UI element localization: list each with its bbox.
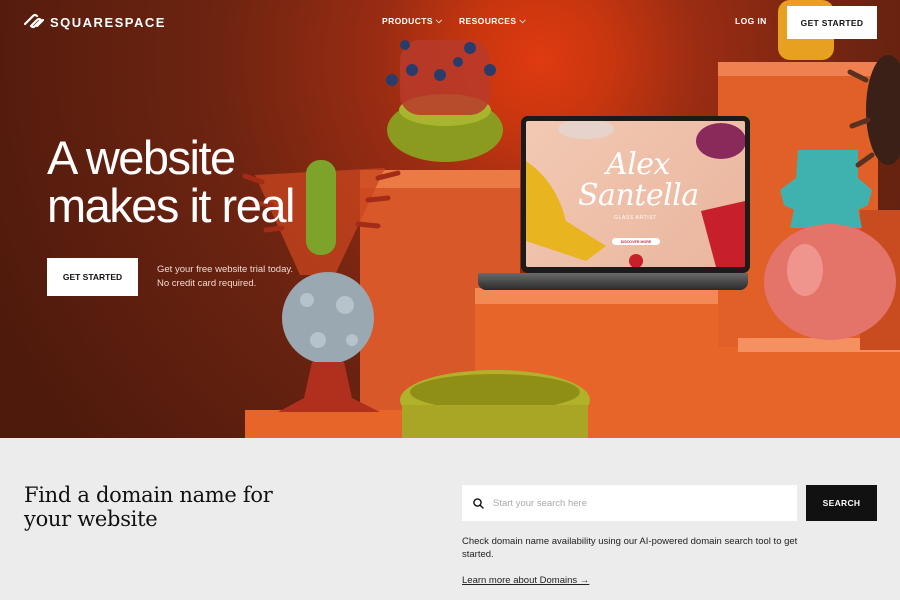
learn-more-domains-link[interactable]: Learn more about Domains → [462, 575, 589, 586]
logo[interactable]: SQUARESPACE [24, 13, 166, 31]
laptop-base [478, 273, 748, 290]
nav-resources-label: RESOURCES [459, 16, 517, 26]
vase [282, 272, 374, 364]
domain-search-button[interactable]: SEARCH [806, 485, 877, 521]
domain-search-box[interactable] [462, 485, 797, 521]
laptop-website-preview: Alex Santella GLASS ARTIST DISCOVER MORE [526, 121, 745, 267]
laptop-site-button: DISCOVER MORE [612, 238, 660, 245]
pedestal-block [475, 288, 745, 304]
squarespace-logo-icon [24, 13, 44, 29]
pedestal-block [738, 338, 900, 438]
search-icon [473, 497, 484, 509]
chevron-down-icon: ⌵ [519, 16, 526, 25]
laptop-site-subtitle: GLASS ARTIST [614, 215, 657, 221]
trial-text: Get your free website trial today. No cr… [157, 263, 293, 291]
hero-get-started-button[interactable]: GET STARTED [47, 258, 138, 296]
domain-search-section: Find a domain name for your website SEAR… [0, 438, 900, 600]
domain-search-input[interactable] [493, 497, 783, 509]
domain-title: Find a domain name for your website [24, 483, 273, 531]
top-nav: SQUARESPACE PRODUCTS ⌵ RESOURCES ⌵ LOG I… [0, 0, 900, 44]
bowl [410, 374, 580, 410]
domain-description: Check domain name availability using our… [462, 536, 798, 560]
bowl [402, 405, 588, 438]
nav-get-started-button[interactable]: GET STARTED [787, 6, 877, 39]
laptop-screen: Alex Santella GLASS ARTIST DISCOVER MORE [521, 116, 750, 273]
vase [764, 224, 896, 340]
nav-products-label: PRODUCTS [382, 16, 433, 26]
nav-resources[interactable]: RESOURCES ⌵ [459, 16, 526, 26]
login-link[interactable]: LOG IN [735, 16, 767, 26]
logo-text: SQUARESPACE [50, 14, 166, 30]
trial-line-1: Get your free website trial today. [157, 264, 294, 275]
laptop-site-name: Alex Santella [578, 147, 699, 213]
trial-line-2: No credit card required. [157, 278, 257, 289]
pedestal-block [245, 410, 405, 438]
hero-headline: A website makes it real [47, 131, 295, 232]
chevron-down-icon: ⌵ [435, 16, 443, 25]
nav-products[interactable]: PRODUCTS ⌵ [382, 16, 442, 26]
hero-section: SQUARESPACE PRODUCTS ⌵ RESOURCES ⌵ LOG I… [0, 0, 900, 438]
